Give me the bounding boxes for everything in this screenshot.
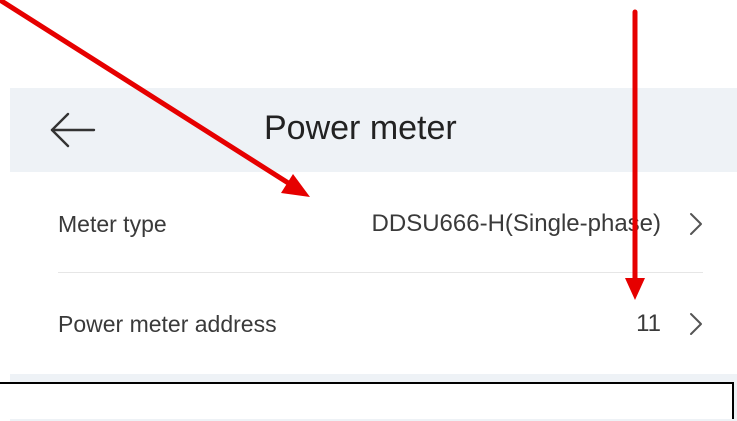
chevron-right-icon: [690, 213, 702, 235]
header-bar: Power meter: [10, 88, 737, 172]
arrow-left-icon: [50, 112, 96, 148]
bottom-frame: [0, 382, 734, 419]
row-divider: [58, 272, 703, 273]
meter-type-row[interactable]: Meter type DDSU666-H(Single-phase): [10, 174, 737, 274]
back-button[interactable]: [48, 108, 98, 152]
app-screen: Power meter Meter type DDSU666-H(Single-…: [10, 88, 737, 421]
chevron-right-icon: [690, 313, 702, 335]
meter-address-row[interactable]: Power meter address 11: [10, 274, 737, 374]
meter-address-label: Power meter address: [58, 311, 277, 337]
meter-address-value: 11: [636, 310, 661, 337]
page: Power meter Meter type DDSU666-H(Single-…: [0, 0, 737, 421]
meter-type-label: Meter type: [58, 211, 167, 237]
meter-type-value: DDSU666-H(Single-phase): [371, 210, 661, 237]
page-title: Power meter: [264, 109, 457, 147]
